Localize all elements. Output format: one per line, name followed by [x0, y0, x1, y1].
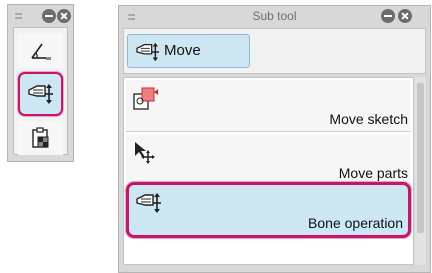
- subtool-item-move-sketch[interactable]: Move sketch: [126, 80, 411, 132]
- subtool-list: Move sketch Move parts Bone operation: [123, 77, 414, 265]
- tool-panel-header[interactable]: [8, 5, 73, 26]
- subtool-item-move-parts[interactable]: Move parts: [126, 134, 411, 186]
- group-tab-label: Move: [164, 42, 201, 59]
- tool-panel: [7, 4, 74, 162]
- tool-move-button[interactable]: [18, 72, 63, 116]
- ruler-icon: [30, 43, 51, 60]
- close-icon[interactable]: [398, 9, 412, 23]
- tool-layer-select-button[interactable]: [18, 121, 63, 155]
- tool-ruler-button[interactable]: [18, 34, 63, 68]
- minimize-icon[interactable]: [381, 9, 395, 23]
- subtool-item-label: Bone operation: [306, 215, 405, 231]
- minimize-icon[interactable]: [42, 9, 56, 23]
- subtool-scrollbar[interactable]: [415, 77, 426, 265]
- bone-operation-icon: [136, 193, 161, 213]
- move-parts-icon: [135, 142, 155, 164]
- move-hand-icon: [27, 84, 53, 104]
- subtool-item-bone-operation[interactable]: Bone operation: [126, 182, 411, 238]
- tool-list: [13, 27, 68, 155]
- move-sketch-icon: [133, 87, 158, 110]
- close-icon[interactable]: [57, 9, 71, 23]
- subtool-item-label: Move parts: [338, 165, 408, 181]
- subtool-palette: Sub tool Move Move sketch Move parts Bon…: [118, 5, 431, 273]
- layer-select-icon: [31, 127, 48, 148]
- drag-grip-icon[interactable]: [14, 11, 23, 20]
- subtool-group-bar: Move: [123, 28, 426, 74]
- move-hand-icon: [136, 42, 159, 62]
- subtool-header[interactable]: Sub tool: [119, 6, 430, 26]
- group-tab-move[interactable]: Move: [127, 34, 250, 68]
- scroll-thumb[interactable]: [417, 83, 424, 233]
- subtool-item-label: Move sketch: [329, 111, 408, 127]
